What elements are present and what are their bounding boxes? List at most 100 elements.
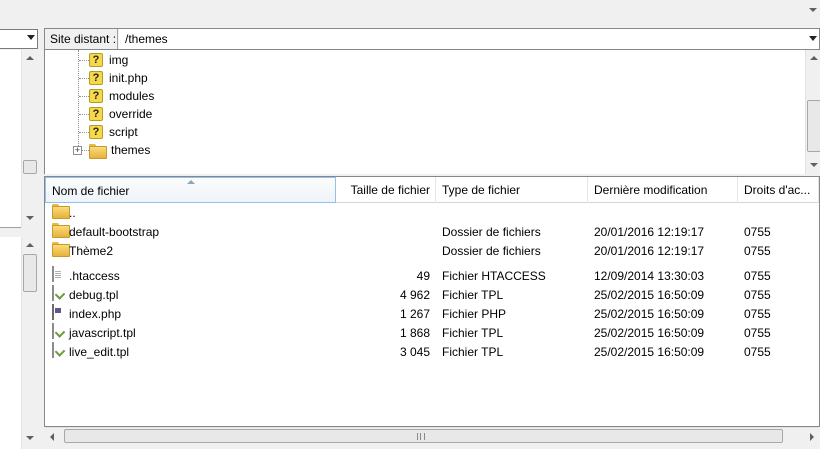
table-row[interactable]: live_edit.tpl 3 045 Fichier TPL 25/02/20… (45, 342, 819, 361)
table-row[interactable]: debug.tpl 4 962 Fichier TPL 25/02/2015 1… (45, 285, 819, 304)
file-type: Dossier de fichiers (442, 225, 541, 239)
chevron-down-icon[interactable] (27, 35, 35, 40)
scroll-thumb[interactable] (64, 429, 783, 443)
chevron-down-icon[interactable] (809, 36, 817, 41)
remote-path-value: /themes (125, 32, 168, 46)
scroll-down-arrow-icon[interactable] (806, 157, 820, 173)
tree-connector-line (78, 50, 79, 154)
column-header-label: Dernière modification (594, 183, 708, 197)
file-name: index.php (69, 307, 122, 321)
tree-item-label: init.php (109, 71, 148, 85)
column-header-size[interactable]: Taille de fichier (336, 177, 436, 203)
local-tree[interactable] (0, 50, 38, 228)
scroll-down-arrow-icon[interactable] (22, 210, 38, 226)
unknown-folder-icon: ? (89, 107, 103, 121)
file-modified: 25/02/2015 16:50:09 (594, 345, 705, 359)
file-permissions: 0755 (744, 244, 771, 258)
unknown-folder-icon: ? (89, 53, 103, 67)
file-size: 4 962 (399, 288, 430, 302)
top-scrollbar[interactable] (806, 0, 820, 22)
scroll-down-arrow-icon[interactable] (22, 430, 38, 446)
file-permissions: 0755 (744, 269, 771, 283)
file-modified: 12/09/2014 13:30:03 (594, 269, 705, 283)
remote-path-input[interactable]: /themes (119, 29, 819, 49)
scroll-right-arrow-icon[interactable] (810, 433, 814, 441)
column-header-label: Droits d'ac... (744, 183, 811, 197)
tree-connector-line (79, 132, 89, 133)
scroll-up-arrow-icon[interactable] (22, 50, 38, 66)
file-icon (52, 266, 54, 282)
local-file-list[interactable] (0, 237, 38, 449)
file-name: .htaccess (69, 269, 120, 283)
remote-tree[interactable]: ? img ? init.php ? modules ? override ? … (44, 50, 820, 174)
table-row[interactable]: javascript.tpl 1 868 Fichier TPL 25/02/2… (45, 323, 819, 342)
file-modified: 25/02/2015 16:50:09 (594, 288, 705, 302)
file-type: Fichier HTACCESS (442, 269, 546, 283)
tree-item[interactable]: ? init.php (89, 69, 148, 87)
sort-ascending-icon (187, 180, 195, 184)
file-permissions: 0755 (744, 225, 771, 239)
file-permissions: 0755 (744, 326, 771, 340)
folder-icon (52, 223, 70, 238)
scroll-thumb[interactable] (23, 254, 37, 292)
column-header-permissions[interactable]: Droits d'ac... (738, 177, 819, 203)
unknown-folder-icon: ? (89, 71, 103, 85)
scroll-up-arrow-icon[interactable] (22, 237, 38, 253)
file-type: Fichier TPL (442, 345, 504, 359)
file-size: 1 868 (399, 326, 430, 340)
remote-file-list[interactable]: Nom de fichier Taille de fichier Type de… (44, 176, 820, 427)
local-site-dropdown[interactable] (0, 29, 38, 49)
tree-item-label: modules (109, 89, 155, 103)
file-size: 3 045 (399, 345, 430, 359)
tree-item[interactable]: ? img (89, 51, 128, 69)
table-row[interactable]: index.php 1 267 Fichier PHP 25/02/2015 1… (45, 304, 819, 323)
tree-connector-line (79, 114, 89, 115)
table-row[interactable]: default-bootstrap Dossier de fichiers 20… (45, 222, 819, 241)
tree-item-label: img (109, 53, 129, 67)
column-header-label: Type de fichier (442, 183, 521, 197)
file-type: Fichier TPL (442, 288, 504, 302)
scroll-up-arrow-icon[interactable] (806, 50, 820, 66)
tree-connector-line (79, 60, 89, 61)
php-file-icon (52, 304, 54, 320)
tree-item-label: override (109, 107, 153, 121)
file-modified: 25/02/2015 16:50:09 (594, 326, 705, 340)
file-permissions: 0755 (744, 288, 771, 302)
unknown-folder-icon: ? (89, 125, 103, 139)
file-type: Fichier PHP (442, 307, 507, 321)
file-modified: 20/01/2016 12:19:17 (594, 244, 705, 258)
tree-item[interactable]: ? script (89, 123, 138, 141)
column-header-label: Taille de fichier (350, 183, 430, 197)
file-name: default-bootstrap (69, 225, 160, 239)
file-type: Dossier de fichiers (442, 244, 541, 258)
file-name: live_edit.tpl (69, 345, 130, 359)
file-name: javascript.tpl (69, 326, 136, 340)
file-type: Fichier TPL (442, 326, 504, 340)
tree-item[interactable]: ? modules (89, 87, 154, 105)
remote-site-label: Site distant : (45, 29, 118, 49)
column-header-type[interactable]: Type de fichier (436, 177, 588, 203)
tree-item-selected[interactable]: themes (89, 141, 150, 159)
column-header-modified[interactable]: Dernière modification (588, 177, 738, 203)
local-tree-scrollbar[interactable] (21, 50, 38, 228)
tree-item-label: script (109, 125, 138, 139)
table-row[interactable]: Thème2 Dossier de fichiers 20/01/2016 12… (45, 241, 819, 260)
tpl-file-icon (52, 323, 54, 339)
file-modified: 20/01/2016 12:19:17 (594, 225, 705, 239)
tree-item[interactable]: ? override (89, 105, 152, 123)
local-list-scrollbar[interactable] (21, 237, 38, 449)
remote-tree-scrollbar[interactable] (805, 50, 820, 174)
file-name: debug.tpl (69, 288, 119, 302)
scroll-thumb[interactable] (23, 160, 37, 174)
scroll-left-arrow-icon[interactable] (50, 433, 54, 441)
pane-splitter[interactable] (0, 229, 41, 236)
column-header-name[interactable]: Nom de fichier (45, 177, 336, 203)
unknown-folder-icon: ? (89, 89, 103, 103)
remote-list-hscrollbar[interactable] (45, 427, 819, 444)
tree-expand-icon[interactable]: + (73, 146, 82, 155)
table-row[interactable]: .htaccess 49 Fichier HTACCESS 12/09/2014… (45, 266, 819, 285)
table-row[interactable]: .. (45, 203, 819, 222)
grip-icon (417, 433, 425, 440)
scroll-thumb[interactable] (807, 100, 820, 152)
folder-icon (52, 242, 70, 257)
